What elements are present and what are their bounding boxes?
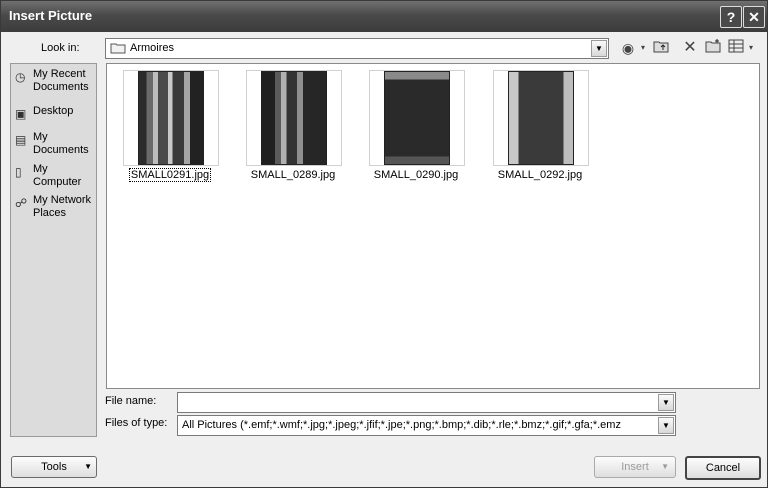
files-of-type-label: Files of type: [105,417,168,429]
places-bar: ◷ My Recent Documents ▣ Desktop ▤ My Doc… [10,63,97,437]
armoire-photo-image [384,71,450,165]
my-computer-icon: ▯ [15,165,22,179]
files-of-type-dropdown[interactable]: All Pictures (*.emf;*.wmf;*.jpg;*.jpeg;*… [177,415,676,436]
file-name-label[interactable]: SMALL_0289.jpg [238,169,348,181]
place-label: My Recent Documents [33,68,89,93]
recent-documents-icon: ◷ [15,70,26,84]
file-list[interactable]: SMALL0291.jpg SMALL_0289.jpg SMALL_0290.… [106,63,760,389]
file-thumbnail[interactable] [246,70,342,166]
file-thumbnail[interactable] [369,70,465,166]
file-name-label[interactable]: SMALL_0292.jpg [485,169,595,181]
file-name-field[interactable]: ▼ [177,392,676,413]
armoire-photo-image [138,71,204,165]
look-in-label: Look in: [41,42,80,54]
network-places-icon: ☍ [15,196,28,210]
my-documents-icon: ▤ [15,133,27,147]
look-in-value: Armoires [130,42,175,54]
folder-icon [110,42,126,57]
new-folder-icon[interactable] [704,39,722,57]
tools-button-label: Tools [41,461,67,473]
close-button[interactable]: ✕ [743,6,765,28]
files-of-type-value: All Pictures (*.emf;*.wmf;*.jpg;*.jpeg;*… [182,419,621,431]
file-thumbnail[interactable] [123,70,219,166]
place-my-network-places[interactable]: ☍ My Network Places [13,194,95,220]
chevron-down-icon[interactable]: ▼ [658,394,674,411]
delete-icon[interactable]: ✕ [681,39,699,57]
place-label: My Network Places [33,194,92,219]
up-folder-icon[interactable] [652,39,670,57]
help-button[interactable]: ? [720,6,742,28]
armoire-photo-image [261,71,327,165]
views-icon[interactable] [727,39,745,57]
file-thumbnail[interactable] [493,70,589,166]
insert-button[interactable]: Insert ▼ [594,456,676,478]
tools-button[interactable]: Tools ▼ [11,456,97,478]
back-dropdown-icon[interactable]: ▾ [638,39,648,57]
chevron-down-icon: ▼ [661,462,669,471]
title-bar[interactable]: Insert Picture ? ✕ [1,1,767,32]
dialog-title: Insert Picture [9,8,93,23]
cancel-button[interactable]: Cancel [685,456,761,480]
file-name-label[interactable]: SMALL0291.jpg [115,168,225,182]
chevron-down-icon[interactable]: ▼ [658,417,674,434]
place-label: Desktop [33,105,74,117]
back-icon[interactable]: ◉ [620,39,636,57]
place-my-recent-documents[interactable]: ◷ My Recent Documents [13,68,95,94]
look-in-dropdown[interactable]: Armoires ▼ [105,38,609,59]
armoire-photo-image [508,71,574,165]
views-dropdown-icon[interactable]: ▾ [746,39,756,57]
insert-picture-dialog: Insert Picture ? ✕ Look in: Armoires ▼ ◉… [0,0,768,488]
chevron-down-icon: ▼ [84,462,92,471]
place-my-computer[interactable]: ▯ My Computer [13,163,95,189]
desktop-icon: ▣ [15,107,27,121]
place-label: My Documents [33,131,89,156]
chevron-down-icon[interactable]: ▼ [591,40,607,57]
place-my-documents[interactable]: ▤ My Documents [13,131,95,157]
place-desktop[interactable]: ▣ Desktop [13,105,95,121]
place-label: My Computer [33,163,82,188]
file-name-label[interactable]: SMALL_0290.jpg [361,169,471,181]
file-name-field-label: File name: [105,395,157,407]
insert-button-label: Insert [621,461,649,473]
